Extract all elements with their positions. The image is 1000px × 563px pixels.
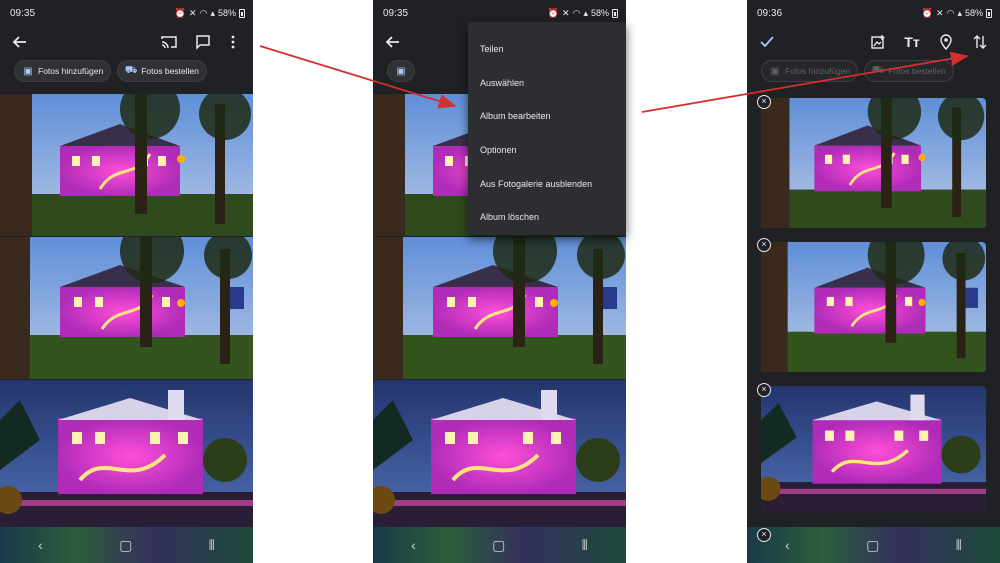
nav-recents-icon[interactable]: ⦀ [956,537,962,554]
cart-icon: ⛟ [124,64,138,76]
action-chips: ▣ Fotos hinzufügen ⛟ Fotos bestellen [14,60,207,82]
menu-item-hide-from-gallery[interactable]: Aus Fotogalerie ausblenden [468,167,626,201]
nav-back-icon[interactable]: ‹ [38,537,43,553]
order-photos-label: Fotos bestellen [141,66,199,76]
battery-icon [239,8,245,18]
nav-recents-icon[interactable]: ⦀ [582,537,588,554]
remove-photo-icon[interactable]: × [757,528,771,542]
remove-photo-icon[interactable]: × [757,95,771,109]
menu-item-edit-album[interactable]: Album bearbeiten [468,99,626,133]
battery-level: 58% [964,8,983,18]
order-photos-label: Fotos bestellen [888,66,946,76]
signal-icon: ▴ [583,7,588,18]
cast-icon[interactable] [157,30,181,54]
back-arrow-icon[interactable] [381,30,405,54]
wifi-icon: ◠ [572,7,581,18]
nav-home-icon[interactable]: ▢ [866,537,879,554]
alarm-icon: ⏰ [547,7,560,18]
status-bar: 09:35 ⏰ ✕ ◠ ▴ 58% [0,0,253,26]
add-photos-chip[interactable]: ▣ Fotos hinzufügen [14,60,112,82]
menu-item-select[interactable]: Auswählen [468,66,626,100]
mute-icon: ✕ [189,7,197,18]
menu-item-share[interactable]: Teilen [468,32,626,66]
add-photo-icon: ▣ [396,65,406,77]
add-photo-icon: ▣ [23,65,33,77]
battery-icon [986,8,992,18]
nav-home-icon[interactable]: ▢ [119,537,132,554]
edit-toolbar: Tт [747,26,1000,58]
alarm-icon: ⏰ [174,7,187,18]
order-photos-chip[interactable]: ⛟ Fotos bestellen [117,60,207,82]
comment-icon[interactable] [191,30,215,54]
system-nav-bar: ‹ ▢ ⦀ [0,527,253,563]
more-vert-icon[interactable] [221,30,245,54]
sort-arrows-icon[interactable] [968,30,992,54]
add-photos-label: Fotos hinzufügen [38,66,104,76]
album-photo[interactable] [0,94,253,236]
nav-recents-icon[interactable]: ⦀ [209,537,215,554]
add-photos-chip: ▣ Fotos hinzufügen [761,60,859,82]
album-photo[interactable] [0,237,253,379]
overflow-menu: Teilen Auswählen Album bearbeiten Option… [468,22,626,235]
battery-level: 58% [590,8,609,18]
album-photo[interactable] [761,386,986,512]
status-time: 09:35 [10,7,36,19]
cart-icon: ⛟ [871,64,885,76]
signal-icon: ▴ [957,7,962,18]
system-nav-bar: ‹ ▢ ⦀ [373,527,626,563]
tutorial-composite: 09:35 ⏰ ✕ ◠ ▴ 58% ▣ Fotos hinzufügen ⛟ F… [0,0,1000,563]
album-toolbar [0,26,253,58]
status-icons: ⏰ ✕ ◠ ▴ 58% [175,8,245,19]
status-icons: ⏰ ✕ ◠ ▴ 58% [922,8,992,19]
wifi-icon: ◠ [946,7,955,18]
location-pin-icon[interactable] [934,30,958,54]
add-photos-label: Fotos hinzufügen [785,66,851,76]
status-bar: 09:36 ⏰ ✕ ◠ ▴ 58% [747,0,1000,26]
remove-photo-icon[interactable]: × [757,238,771,252]
album-photo[interactable] [373,237,626,379]
add-photo-icon: ▣ [770,65,780,77]
remove-photo-icon[interactable]: × [757,383,771,397]
add-photo-icon[interactable] [866,30,890,54]
album-photo[interactable] [761,98,986,228]
nav-home-icon[interactable]: ▢ [492,537,505,554]
album-view-screen: 09:35 ⏰ ✕ ◠ ▴ 58% ▣ Fotos hinzufügen ⛟ F… [0,0,253,563]
action-chips: ▣ Fotos hinzufügen ⛟ Fotos bestellen [761,60,954,82]
order-photos-chip: ⛟ Fotos bestellen [864,60,954,82]
system-nav-bar: ‹ ▢ ⦀ [747,527,1000,563]
nav-back-icon[interactable]: ‹ [785,537,790,553]
battery-icon [612,8,618,18]
nav-back-icon[interactable]: ‹ [411,537,416,553]
status-time: 09:35 [383,7,409,19]
alarm-icon: ⏰ [921,7,934,18]
battery-level: 58% [217,8,236,18]
mute-icon: ✕ [936,7,944,18]
album-edit-screen: 09:36 ⏰ ✕ ◠ ▴ 58% Tт ▣ Fotos hinzufügen … [747,0,1000,563]
add-photos-chip[interactable]: ▣ [387,60,415,82]
signal-icon: ▴ [210,7,215,18]
menu-item-options[interactable]: Optionen [468,133,626,167]
wifi-icon: ◠ [199,7,208,18]
album-photo[interactable] [0,380,253,527]
back-arrow-icon[interactable] [8,30,32,54]
text-format-icon[interactable]: Tт [900,30,924,54]
status-icons: ⏰ ✕ ◠ ▴ 58% [548,8,618,19]
album-photo[interactable] [761,242,986,372]
album-photo[interactable] [373,380,626,527]
check-icon[interactable] [755,30,779,54]
action-chips: ▣ [387,60,415,82]
mute-icon: ✕ [562,7,570,18]
status-time: 09:36 [757,7,783,19]
menu-item-delete-album[interactable]: Album löschen [468,200,626,234]
